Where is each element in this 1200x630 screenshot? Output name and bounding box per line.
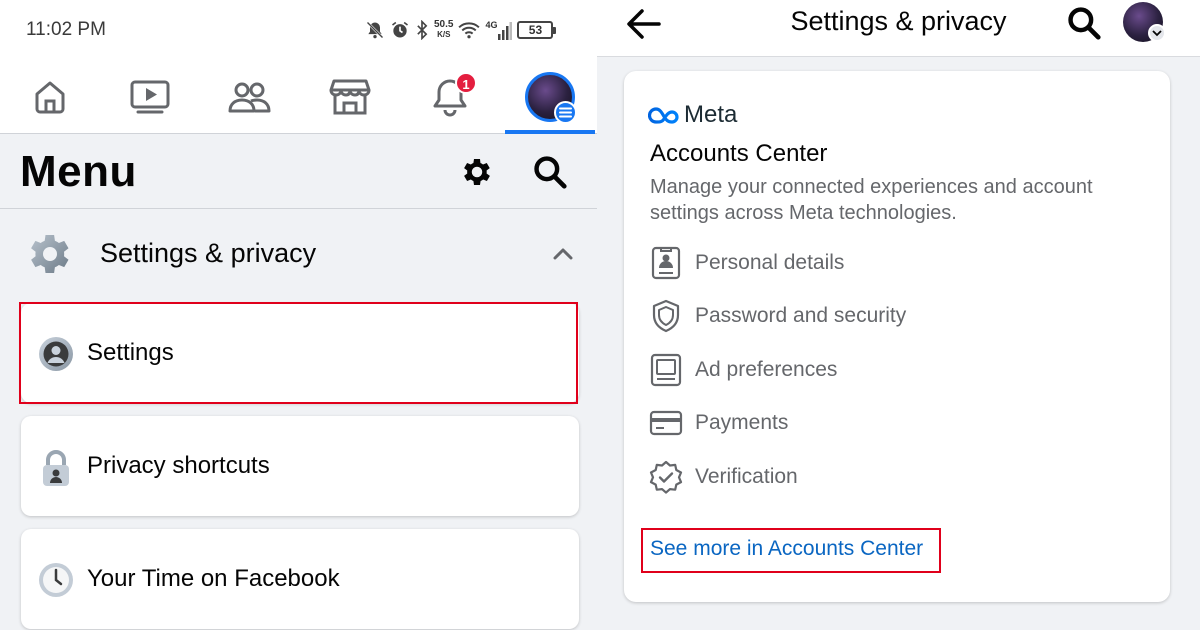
signal-bars-icon — [498, 22, 513, 40]
notifications-muted-icon — [366, 21, 384, 39]
net-speed: 50.5 K/S — [434, 20, 453, 40]
gear-icon[interactable] — [459, 154, 495, 190]
menu-item-privacy-shortcuts[interactable]: Privacy shortcuts — [21, 416, 579, 516]
home-icon — [35, 81, 65, 114]
status-icons: 50.5 K/S 4G 53 — [365, 16, 557, 44]
network-type: 4G — [485, 20, 498, 30]
verified-badge-icon — [648, 459, 684, 495]
battery-indicator: 53 — [517, 21, 557, 39]
back-arrow-icon[interactable] — [625, 6, 663, 42]
marketplace-icon — [329, 79, 371, 115]
menu-item-label: Settings — [87, 339, 174, 366]
monitor-icon — [648, 352, 684, 388]
accounts-item-label: Payments — [695, 411, 789, 434]
menu-item-your-time[interactable]: Your Time on Facebook — [21, 529, 579, 629]
tab-marketplace[interactable] — [305, 60, 395, 134]
menu-lines-icon — [554, 101, 577, 124]
tab-notifications[interactable] — [405, 60, 495, 134]
meta-infinity-icon — [648, 107, 679, 124]
accounts-item-label: Verification — [695, 465, 798, 488]
wifi-icon — [458, 22, 481, 39]
tab-home[interactable] — [5, 60, 95, 134]
menu-item-settings[interactable]: Settings — [21, 303, 579, 403]
net-speed-unit: K/S — [437, 30, 451, 39]
gear-icon — [31, 235, 69, 273]
video-play-icon — [130, 80, 170, 114]
chevron-down-icon — [1148, 24, 1166, 42]
header: Settings & privacy — [597, 0, 1200, 57]
card-title: Accounts Center — [650, 140, 828, 167]
lock-icon — [43, 450, 69, 486]
page-title: Settings & privacy — [790, 6, 1007, 36]
active-tab-indicator — [505, 130, 595, 134]
accounts-item-label: Password and security — [695, 304, 907, 327]
alarm-icon — [392, 21, 408, 38]
status-bar: 11:02 PM 50.5 K/S 4G 53 — [0, 0, 597, 60]
notification-badge: 1 — [455, 72, 477, 94]
meta-wordmark: Meta — [684, 101, 738, 128]
bluetooth-icon — [417, 20, 428, 40]
accounts-item-label: Personal details — [695, 251, 845, 274]
menu-item-label: Privacy shortcuts — [87, 452, 270, 479]
accounts-item-payments[interactable]: Payments — [648, 403, 1048, 443]
accounts-center-card: Meta Accounts Center Manage your connect… — [624, 71, 1170, 602]
friends-icon — [228, 82, 271, 113]
tab-watch[interactable] — [105, 60, 195, 134]
accounts-item-verification[interactable]: Verification — [648, 457, 1048, 497]
tab-friends[interactable] — [204, 60, 294, 134]
signal: 4G — [485, 20, 513, 40]
person-circle-icon — [39, 337, 73, 371]
menu-screen: 11:02 PM 50.5 K/S 4G 53 1 Menu Settings … — [0, 0, 597, 630]
accounts-item-password-security[interactable]: Password and security — [648, 296, 1048, 336]
accounts-item-label: Ad preferences — [695, 358, 838, 381]
shield-icon — [648, 298, 684, 334]
search-icon[interactable] — [531, 153, 569, 191]
see-more-accounts-center-link[interactable]: See more in Accounts Center — [650, 537, 923, 561]
settings-privacy-screen: Settings & privacy Meta Accounts Center … — [597, 0, 1200, 630]
accounts-item-ad-preferences[interactable]: Ad preferences — [648, 350, 1048, 390]
id-card-icon — [648, 245, 684, 281]
tab-bar: 1 — [0, 60, 597, 134]
chevron-up-icon[interactable] — [552, 246, 574, 262]
menu-item-label: Your Time on Facebook — [87, 565, 340, 592]
menu-header: Menu — [0, 135, 597, 209]
accounts-item-personal-details[interactable]: Personal details — [648, 243, 1048, 283]
status-time: 11:02 PM — [26, 19, 106, 40]
net-speed-value: 50.5 — [434, 19, 454, 30]
section-label: Settings & privacy — [100, 238, 317, 268]
meta-logo: Meta — [648, 101, 737, 129]
page-title: Menu — [20, 147, 137, 196]
card-description: Manage your connected experiences and ac… — [650, 176, 1093, 224]
clock-icon — [39, 563, 73, 597]
search-icon[interactable] — [1065, 4, 1103, 42]
credit-card-icon — [648, 405, 684, 441]
